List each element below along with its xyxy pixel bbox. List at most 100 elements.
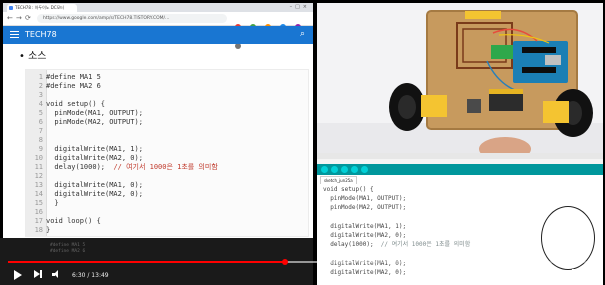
- code-line: 7: [26, 127, 308, 136]
- blog-header: TECH78 ⌕: [3, 26, 313, 44]
- battery-holder: [465, 11, 501, 19]
- code-line: 4 void setup() {: [26, 100, 308, 109]
- code-line: 6 pinMode(MA2, OUTPUT);: [26, 118, 308, 127]
- line-number: 17: [34, 217, 43, 225]
- section-heading: • 소스: [19, 47, 46, 62]
- browser-tabstrip: TECH78 : 아두이노 DC모터 –□×: [3, 3, 313, 12]
- ide-sketch-tab: sketch_jun25a: [320, 176, 357, 184]
- line-number: 11: [34, 163, 43, 171]
- subtitles-icon[interactable]: CC: [488, 270, 499, 278]
- line-number: 16: [34, 208, 43, 216]
- browser-toolbar: ← → ⟳ https://www.google.com/amp/s/TECH7…: [3, 12, 313, 49]
- code-line: 14 digitalWrite(MA2, 0);: [26, 190, 308, 199]
- ide-code-text: pinMode(MA1, OUTPUT);: [323, 195, 407, 203]
- miniplayer-icon[interactable]: [528, 270, 539, 278]
- line-number: 3: [38, 91, 43, 99]
- ide-code-line: digitalWrite(MA1, 1);: [323, 222, 406, 231]
- code-line: 17 void loop() {: [26, 217, 308, 226]
- code-line: 3: [26, 91, 308, 100]
- code-line: 2 #define MA2 6: [26, 82, 308, 91]
- play-icon[interactable]: [14, 270, 22, 280]
- line-number: 14: [34, 190, 43, 198]
- site-title: TECH78: [25, 30, 57, 39]
- code-line: 1 #define MA1 5: [26, 73, 308, 82]
- video-player[interactable]: TECH78 : 아두이노 DC모터 –□× ← → ⟳ https://www…: [0, 0, 605, 285]
- time-display: 6:30 / 13:49: [72, 272, 109, 279]
- line-number: 12: [34, 172, 43, 180]
- player-controls: 6:30 / 13:49 CC ⚙: [0, 264, 605, 285]
- address-bar: https://www.google.com/amp/s/TECH78.TIST…: [37, 14, 227, 23]
- line-number: 9: [38, 145, 43, 153]
- code-text: void loop() {: [46, 217, 101, 225]
- caption-line: #define MA1 5: [50, 243, 86, 248]
- window-controls: –□×: [289, 4, 310, 10]
- line-number: 18: [34, 226, 43, 234]
- theater-mode-icon[interactable]: [550, 270, 562, 278]
- ide-code-text: delay(1000);: [323, 241, 381, 249]
- robot-car-photo: [317, 3, 603, 155]
- verify-icon: [321, 166, 328, 173]
- motor-left: [421, 95, 447, 117]
- code-text: }: [46, 226, 51, 234]
- line-number: 2: [38, 82, 43, 90]
- reload-icon: ⟳: [25, 14, 31, 22]
- browser-recording: TECH78 : 아두이노 DC모터 –□× ← → ⟳ https://www…: [3, 3, 313, 258]
- code-line: 18}: [26, 226, 308, 235]
- code-line: 11 delay(1000); // 여기서 1000은 1초를 의미함: [26, 163, 308, 172]
- motor-right: [543, 101, 569, 123]
- ide-code-line: void setup() {: [323, 185, 374, 194]
- back-icon: ←: [7, 14, 13, 22]
- ide-code-line: digitalWrite(MA2, 0);: [323, 231, 406, 240]
- line-number: 1: [38, 73, 43, 81]
- code-text: digitalWrite(MA2, 0);: [46, 154, 143, 162]
- hamburger-menu-icon: [10, 31, 19, 38]
- code-block: 1 #define MA1 5 2 #define MA2 6 3 4 void setup…: [25, 69, 309, 237]
- code-text: #define MA1 5: [46, 73, 101, 81]
- open-icon: [351, 166, 358, 173]
- line-number: 4: [38, 100, 43, 108]
- motor-driver: [491, 45, 513, 59]
- line-number: 10: [34, 154, 43, 162]
- code-line: 16: [26, 208, 308, 217]
- code-text: pinMode(MA1, OUTPUT);: [46, 109, 143, 117]
- code-text: digitalWrite(MA1, 0);: [46, 181, 143, 189]
- code-line: 9 digitalWrite(MA1, 1);: [26, 145, 308, 154]
- line-number: 6: [38, 118, 43, 126]
- code-line: 8: [26, 136, 308, 145]
- save-icon: [361, 166, 368, 173]
- code-line: 12: [26, 172, 308, 181]
- forward-icon: →: [16, 14, 22, 22]
- code-text: void setup() {: [46, 100, 106, 108]
- upload-icon: [331, 166, 338, 173]
- line-number: 5: [38, 109, 43, 117]
- section-heading-text: 소스: [28, 51, 47, 62]
- code-text: digitalWrite(MA1, 1);: [46, 145, 143, 153]
- volume-icon[interactable]: [52, 270, 62, 278]
- ide-code-text: pinMode(MA2, OUTPUT);: [323, 204, 407, 212]
- ide-toolbar: [317, 164, 603, 175]
- progress-bar[interactable]: [8, 259, 597, 265]
- line-number: 13: [34, 181, 43, 189]
- code-line: 15 }: [26, 199, 308, 208]
- ide-code-line: delay(1000); // 여기서 1000은 1초를 의미함: [323, 240, 470, 249]
- ide-code-text: digitalWrite(MA1, 1);: [323, 222, 407, 230]
- played-bar: [8, 261, 285, 263]
- fullscreen-icon[interactable]: [572, 269, 582, 279]
- code-text: digitalWrite(MA2, 0);: [46, 190, 143, 198]
- robot-car-illustration: [317, 3, 603, 155]
- caption-line: #define MA2 6: [50, 249, 86, 254]
- settings-gear-icon[interactable]: ⚙: [508, 267, 518, 281]
- ide-code-comment: // 여기서 1000은 1초를 의미함: [380, 241, 471, 249]
- code-text: #define MA2 6: [46, 82, 101, 90]
- line-number: 8: [38, 136, 43, 144]
- code-line: 13 digitalWrite(MA1, 0);: [26, 181, 308, 190]
- browser-tab-title: TECH78 : 아두이노 DC모터: [15, 5, 64, 10]
- address-text: https://www.google.com/amp/s/TECH78.TIST…: [43, 16, 170, 21]
- bullet-icon: •: [19, 51, 29, 62]
- caption-band: #define MA1 5 #define MA2 6: [0, 238, 313, 258]
- code-text: }: [46, 199, 59, 207]
- tab-favicon-icon: [9, 6, 13, 10]
- code-text: pinMode(MA2, OUTPUT);: [46, 118, 143, 126]
- search-icon: ⌕: [299, 29, 305, 39]
- ide-code-text: digitalWrite(MA2, 0);: [323, 232, 407, 239]
